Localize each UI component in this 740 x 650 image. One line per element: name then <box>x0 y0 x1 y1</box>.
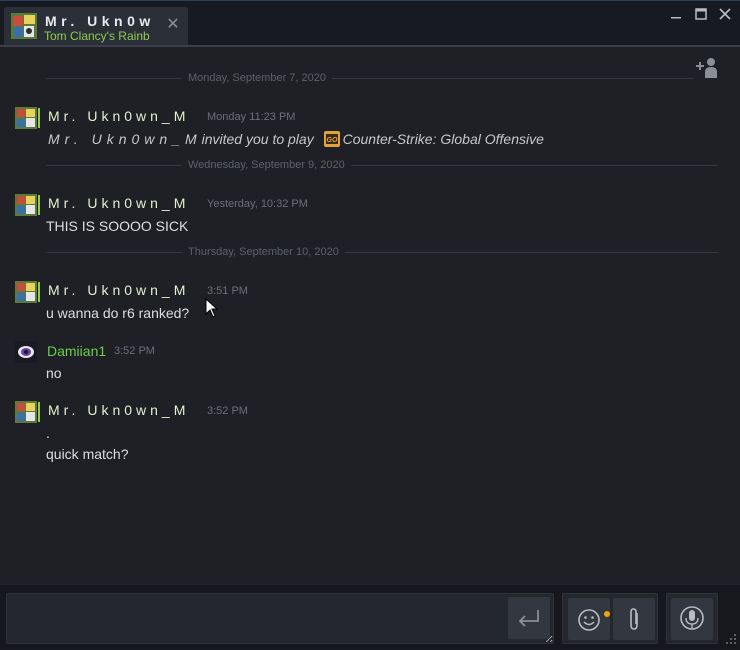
message-text: . <box>46 425 50 441</box>
maximize-icon <box>695 8 707 20</box>
csgo-icon: GO <box>323 131 340 147</box>
maximize-button[interactable] <box>690 5 712 25</box>
sender-name[interactable]: Mr. Ukn0wn_M <box>48 282 189 298</box>
minimize-button[interactable] <box>665 5 687 25</box>
svg-text:GO: GO <box>326 137 337 144</box>
game-invite-message: Mr. Ukn0wn_Minvited you to play GO Counte… <box>48 131 544 147</box>
sender-name[interactable]: Mr. Ukn0wn_M <box>48 402 189 418</box>
date-divider-line <box>46 252 718 253</box>
smiley-icon <box>578 609 600 631</box>
close-window-button[interactable] <box>714 5 736 25</box>
date-divider-label: Monday, September 7, 2020 <box>182 71 332 85</box>
enter-arrow-icon <box>518 610 539 627</box>
sender-avatar[interactable] <box>15 281 37 303</box>
notification-dot <box>604 611 610 617</box>
minimize-icon <box>671 17 681 19</box>
message-text: THIS IS SOOOO SICK <box>46 218 189 234</box>
message-timestamp: 3:52 PM <box>207 405 248 417</box>
invite-text: invited you to play <box>201 131 314 147</box>
sender-name[interactable]: Mr. Ukn0wn_M <box>48 195 189 211</box>
close-icon <box>719 8 731 20</box>
invite-game-link[interactable]: Counter-Strike: Global Offensive <box>343 131 544 147</box>
voice-tools <box>666 593 718 644</box>
add-friend-icon <box>696 58 717 78</box>
invite-to-chat-button[interactable] <box>694 54 722 80</box>
message-timestamp: 3:51 PM <box>207 285 248 297</box>
sender-avatar[interactable] <box>15 194 37 216</box>
tab-close-icon[interactable]: ✕ <box>164 16 182 34</box>
message-timestamp: Yesterday, 10:32 PM <box>207 198 308 210</box>
sender-name[interactable]: Mr. Ukn0wn_M <box>48 108 189 124</box>
date-divider-line <box>46 78 694 79</box>
sender-name[interactable]: Damiian1 <box>47 343 106 359</box>
message-composer <box>0 584 740 650</box>
in-game-indicator <box>38 195 40 215</box>
microphone-icon <box>680 606 704 630</box>
friend-avatar <box>11 13 37 39</box>
title-bar: Mr. Ukn0w Tom Clancy's Rainb ✕ <box>0 0 740 47</box>
composer-tools <box>562 593 658 644</box>
tab-friend-name: Mr. Ukn0w <box>45 13 155 29</box>
mouse-pointer-icon <box>205 298 219 318</box>
attach-button[interactable] <box>613 598 655 640</box>
tab-game-status: Tom Clancy's Rainb <box>44 29 150 43</box>
message-text: quick match? <box>46 446 129 462</box>
send-button[interactable] <box>508 597 550 639</box>
voice-chat-button[interactable] <box>671 598 713 640</box>
chat-log: Monday, September 7, 2020 Mr. Ukn0wn_M M… <box>0 46 740 584</box>
resize-grip-icon[interactable] <box>724 632 738 646</box>
sender-avatar[interactable] <box>15 341 37 363</box>
message-text: no <box>46 365 62 381</box>
date-divider-line <box>46 165 718 166</box>
in-game-indicator <box>38 402 40 422</box>
emoticon-button[interactable] <box>568 598 610 640</box>
in-game-indicator <box>38 108 40 128</box>
invite-actor-name: Mr. Ukn0wn_M <box>48 131 202 147</box>
message-input[interactable] <box>6 593 554 644</box>
date-divider-label: Thursday, September 10, 2020 <box>182 245 345 259</box>
message-timestamp: 3:52 PM <box>114 345 155 357</box>
message-timestamp: Monday 11:23 PM <box>207 111 296 123</box>
chat-tab[interactable]: Mr. Ukn0w Tom Clancy's Rainb ✕ <box>4 7 188 45</box>
date-divider-label: Wednesday, September 9, 2020 <box>182 158 351 172</box>
sender-avatar[interactable] <box>15 401 37 423</box>
in-game-indicator <box>38 282 40 302</box>
paperclip-icon <box>630 608 638 630</box>
message-text: u wanna do r6 ranked? <box>46 305 190 321</box>
sender-avatar[interactable] <box>15 107 37 129</box>
